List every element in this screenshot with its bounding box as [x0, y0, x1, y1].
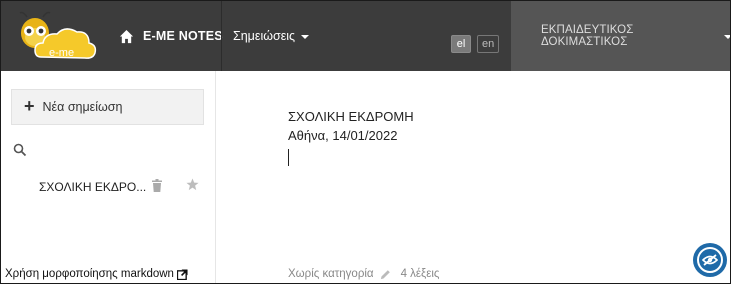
notes-menu-label: Σημειώσεις [233, 29, 296, 43]
chevron-down-icon [301, 34, 310, 39]
top-navbar: e-me E-ME NOTES Σημειώσεις el en ΕΚΠΑΙΔΕ… [1, 1, 730, 71]
note-footer: Χωρίς κατηγορία 4 λέξεις [288, 268, 439, 280]
user-menu-dropdown[interactable]: ΕΚΠΑΙΔΕΥΤΙΚΟΣ ΔΟΚΙΜΑΣΤΙΚΟΣ [511, 1, 730, 71]
brand-home-link[interactable]: E-ME NOTES [119, 1, 223, 71]
markdown-help-link[interactable]: Χρήση μορφοποίησης markdown [5, 268, 188, 280]
language-el-button[interactable]: el [451, 35, 471, 53]
brand-label: E-ME NOTES [143, 29, 223, 43]
notes-menu-dropdown[interactable]: Σημειώσεις [233, 1, 310, 71]
language-en-button[interactable]: en [477, 35, 500, 53]
eye-off-icon [702, 254, 718, 266]
star-icon[interactable] [186, 178, 199, 191]
chevron-down-icon [724, 34, 730, 39]
category-label[interactable]: Χωρίς κατηγορία [288, 268, 374, 280]
visibility-toggle-button[interactable] [693, 243, 727, 277]
user-name: ΕΚΠΑΙΔΕΥΤΙΚΟΣ ΔΟΚΙΜΑΣΤΙΚΟΣ [541, 24, 634, 48]
e-me-logo[interactable]: e-me [13, 9, 101, 65]
word-count: 4 λέξεις [400, 268, 440, 280]
app-window: e-me E-ME NOTES Σημειώσεις el en ΕΚΠΑΙΔΕ… [0, 0, 731, 284]
pencil-icon[interactable] [380, 269, 391, 280]
note-list-item[interactable]: ΣΧΟΛΙΚΗ ΕΚΔΡΟ... [39, 180, 146, 194]
markdown-link-label: Χρήση μορφοποίησης markdown [5, 268, 174, 280]
note-title-line[interactable]: ΣΧΟΛΙΚΗ ΕΚΔΡΟΜΗ [288, 109, 414, 124]
external-link-icon [176, 268, 188, 280]
new-note-button[interactable]: + Νέα σημείωση [11, 89, 204, 125]
navbar-divider [221, 1, 222, 71]
note-body-line[interactable]: Αθήνα, 14/01/2022 [288, 128, 397, 143]
trash-icon[interactable] [151, 179, 163, 192]
notes-sidebar: + Νέα σημείωση ΣΧΟΛΙΚΗ ΕΚΔΡΟ... Χρήση μο… [1, 71, 215, 283]
home-icon [119, 29, 134, 43]
plus-icon: + [24, 95, 35, 116]
note-editor[interactable]: ΣΧΟΛΙΚΗ ΕΚΔΡΟΜΗ Αθήνα, 14/01/2022 Χωρίς … [215, 71, 730, 283]
text-cursor [288, 149, 289, 166]
logo-text: e-me [49, 47, 74, 59]
search-icon[interactable] [13, 143, 27, 157]
new-note-label: Νέα σημείωση [42, 100, 123, 114]
